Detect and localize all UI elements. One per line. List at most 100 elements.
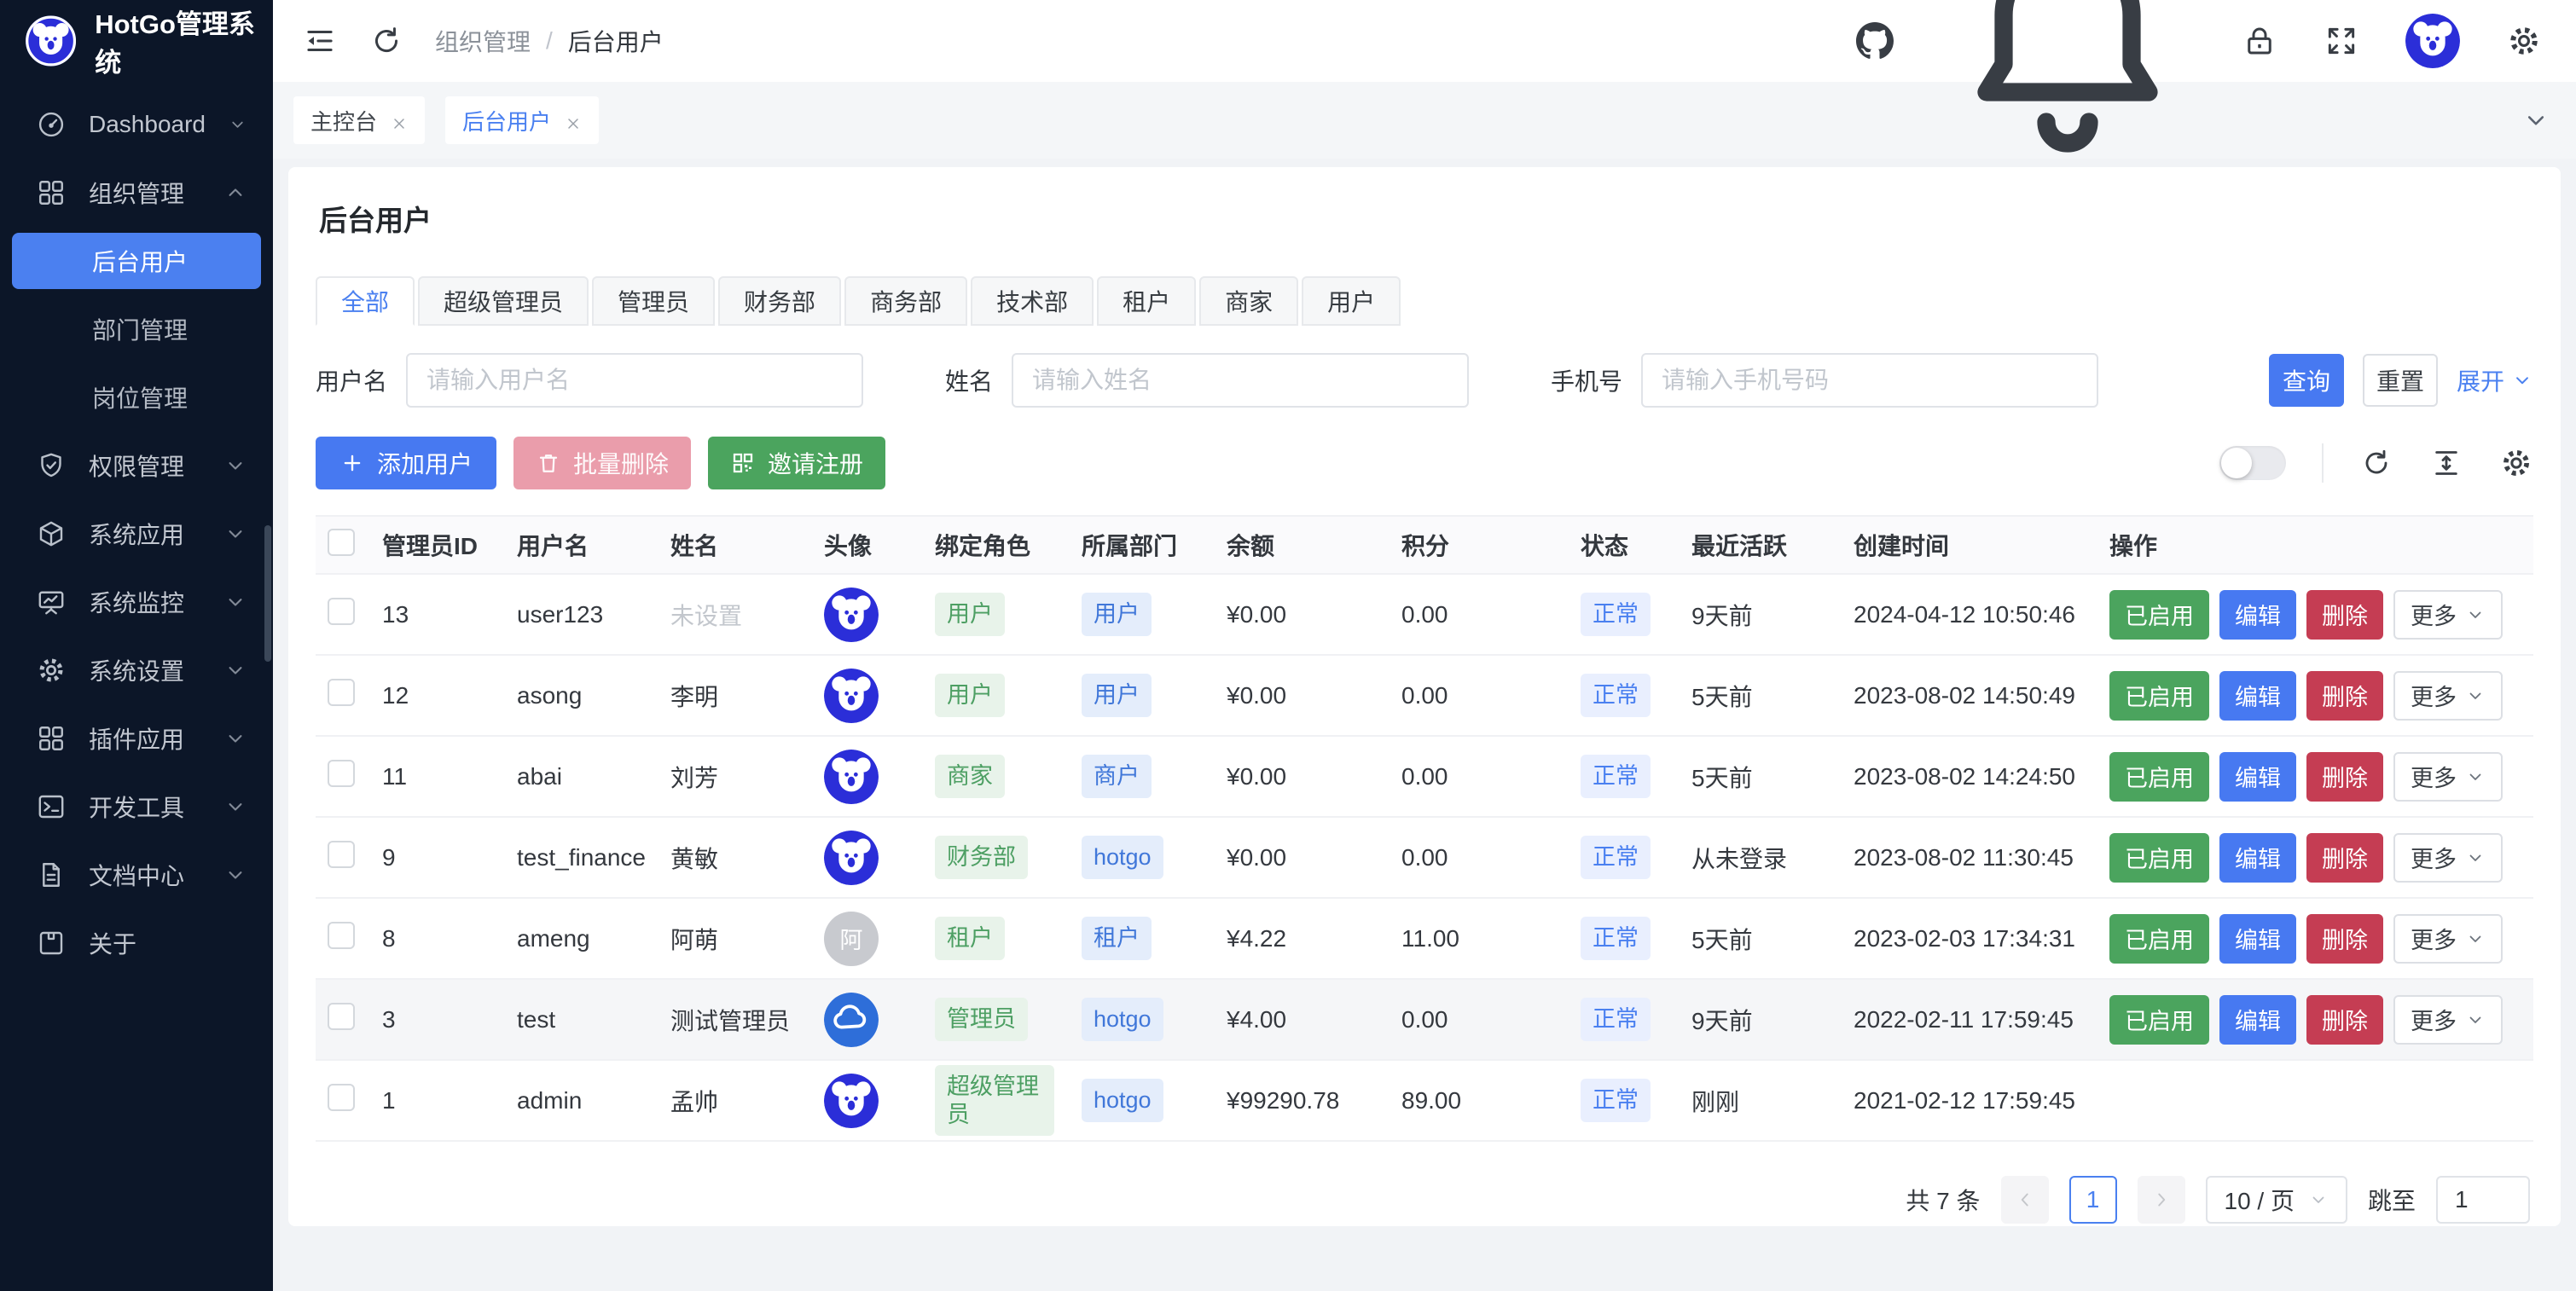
sidebar-item-system-monitor[interactable]: 系统监控 (0, 568, 273, 636)
enabled-button[interactable]: 已启用 (2109, 914, 2209, 964)
select-all-checkbox[interactable] (328, 529, 355, 556)
filter-tab-super-admin[interactable]: 超级管理员 (418, 276, 589, 326)
sidebar-scrollbar[interactable] (264, 525, 271, 662)
enabled-button[interactable]: 已启用 (2109, 671, 2209, 721)
expand-link[interactable]: 展开 (2457, 363, 2533, 397)
lock-icon[interactable] (2242, 23, 2277, 59)
sidebar-item-departments[interactable]: 部门管理 (0, 295, 273, 363)
status-badge: 正常 (1581, 836, 1651, 878)
edit-button[interactable]: 编辑 (2219, 995, 2296, 1045)
app-logo-row: HotGo管理系统 (0, 0, 273, 82)
invite-register-button[interactable]: 邀请注册 (708, 437, 885, 489)
filter-tab-all[interactable]: 全部 (316, 276, 415, 326)
delete-button[interactable]: 删除 (2306, 590, 2383, 640)
row-checkbox[interactable] (328, 679, 355, 706)
table-row: 8 ameng 阿萌 阿 租户 租户 ¥4.22 11.00 正常 5天前 20… (316, 898, 2533, 979)
last-active-cell: 从未登录 (1678, 817, 1840, 898)
sidebar-item-backend-users[interactable]: 后台用户 (12, 233, 261, 289)
edit-button[interactable]: 编辑 (2219, 671, 2296, 721)
column-settings-icon[interactable] (2499, 446, 2533, 480)
sidebar-item-about[interactable]: 关于 (0, 909, 273, 977)
close-icon[interactable] (565, 112, 582, 129)
shield-check-icon (36, 450, 67, 481)
row-checkbox[interactable] (328, 1084, 355, 1111)
sidebar-item-dev-tools[interactable]: 开发工具 (0, 773, 273, 841)
name-input[interactable] (1012, 353, 1469, 408)
page-number-button[interactable]: 1 (2069, 1176, 2117, 1224)
row-checkbox[interactable] (328, 922, 355, 949)
chevron-down-icon[interactable] (2521, 106, 2550, 135)
row-checkbox[interactable] (328, 760, 355, 787)
sidebar-item-system-settings[interactable]: 系统设置 (0, 636, 273, 704)
sidebar-item-label: 组织管理 (89, 176, 184, 210)
delete-button[interactable]: 删除 (2306, 833, 2383, 883)
row-checkbox[interactable] (328, 1003, 355, 1030)
sidebar-item-permissions[interactable]: 权限管理 (0, 431, 273, 500)
chevron-down-icon (228, 113, 247, 136)
next-page-button[interactable] (2138, 1176, 2185, 1224)
striped-toggle[interactable] (2219, 446, 2286, 480)
enabled-button[interactable]: 已启用 (2109, 995, 2209, 1045)
chevron-down-icon (2465, 848, 2486, 868)
sidebar-item-label: 系统设置 (89, 653, 184, 687)
refresh-icon[interactable] (368, 23, 404, 59)
edit-button[interactable]: 编辑 (2219, 590, 2296, 640)
edit-button[interactable]: 编辑 (2219, 914, 2296, 964)
add-user-button[interactable]: 添加用户 (316, 437, 496, 489)
filter-tab-merchant[interactable]: 商家 (1199, 276, 1298, 326)
sidebar-item-plugins[interactable]: 插件应用 (0, 704, 273, 773)
sidebar-item-posts[interactable]: 岗位管理 (0, 363, 273, 431)
bell-icon[interactable] (1940, 0, 2196, 169)
batch-delete-button[interactable]: 批量删除 (513, 437, 691, 489)
reset-button[interactable]: 重置 (2363, 354, 2438, 407)
more-button[interactable]: 更多 (2393, 671, 2503, 721)
tab-backend-users[interactable]: 后台用户 (445, 96, 599, 144)
chevron-down-icon (2465, 929, 2486, 949)
phone-input[interactable] (1641, 353, 2098, 408)
github-icon[interactable] (1856, 22, 1894, 60)
username-input[interactable] (406, 353, 863, 408)
delete-button[interactable]: 删除 (2306, 671, 2383, 721)
edit-button[interactable]: 编辑 (2219, 752, 2296, 802)
delete-button[interactable]: 删除 (2306, 752, 2383, 802)
more-button[interactable]: 更多 (2393, 995, 2503, 1045)
delete-button[interactable]: 删除 (2306, 914, 2383, 964)
sidebar-item-docs[interactable]: 文档中心 (0, 841, 273, 909)
enabled-button[interactable]: 已启用 (2109, 590, 2209, 640)
edit-button[interactable]: 编辑 (2219, 833, 2296, 883)
user-avatar[interactable] (2405, 14, 2460, 68)
close-icon[interactable] (391, 112, 408, 129)
gear-icon[interactable] (2506, 23, 2542, 59)
jump-page-input[interactable] (2436, 1176, 2530, 1224)
filter-tab-tenant[interactable]: 租户 (1097, 276, 1196, 326)
prev-page-button[interactable] (2001, 1176, 2049, 1224)
menu-collapse-icon[interactable] (302, 23, 338, 59)
delete-button[interactable]: 删除 (2306, 995, 2383, 1045)
chevron-down-icon (2465, 1010, 2486, 1030)
sidebar-item-org[interactable]: 组织管理 (0, 159, 273, 227)
enabled-button[interactable]: 已启用 (2109, 752, 2209, 802)
more-button[interactable]: 更多 (2393, 752, 2503, 802)
breadcrumb-parent[interactable]: 组织管理 (435, 24, 531, 58)
filter-tab-tech[interactable]: 技术部 (971, 276, 1094, 326)
row-density-icon[interactable] (2429, 446, 2463, 480)
tab-console[interactable]: 主控台 (293, 96, 425, 144)
row-checkbox[interactable] (328, 598, 355, 625)
filter-tab-admin[interactable]: 管理员 (592, 276, 715, 326)
sidebar-item-dashboard[interactable]: Dashboard (0, 90, 273, 159)
page-size-select[interactable]: 10 / 页 (2206, 1176, 2347, 1224)
more-button[interactable]: 更多 (2393, 914, 2503, 964)
query-button[interactable]: 查询 (2269, 354, 2344, 407)
row-checkbox[interactable] (328, 841, 355, 868)
reload-icon[interactable] (2359, 446, 2393, 480)
filter-tab-finance[interactable]: 财务部 (718, 276, 841, 326)
filter-tab-business[interactable]: 商务部 (844, 276, 967, 326)
fullscreen-icon[interactable] (2324, 23, 2359, 59)
more-button[interactable]: 更多 (2393, 590, 2503, 640)
created-cell: 2021-02-12 17:59:45 (1840, 1060, 2096, 1141)
filter-tab-user[interactable]: 用户 (1302, 276, 1401, 326)
sidebar-item-label: 文档中心 (89, 858, 184, 892)
enabled-button[interactable]: 已启用 (2109, 833, 2209, 883)
more-button[interactable]: 更多 (2393, 833, 2503, 883)
sidebar-item-system-apps[interactable]: 系统应用 (0, 500, 273, 568)
